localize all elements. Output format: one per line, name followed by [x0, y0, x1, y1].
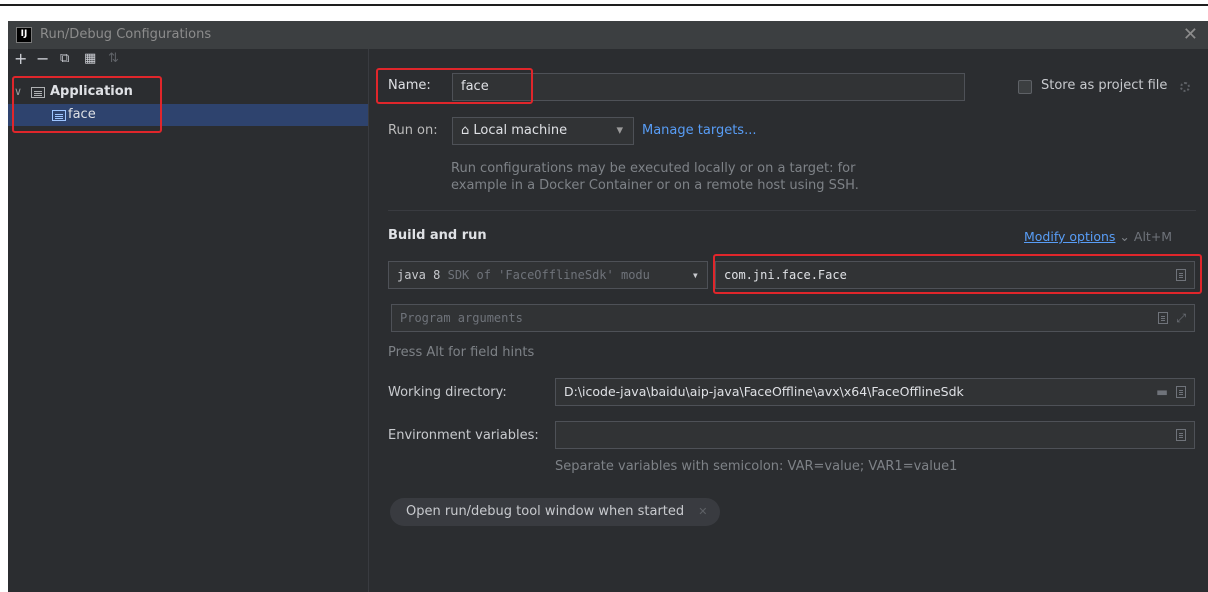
- chevron-down-icon[interactable]: ∨: [14, 81, 22, 103]
- working-directory-field[interactable]: D:\icode-java\baidu\aip-java\FaceOffline…: [555, 378, 1195, 406]
- run-on-value: Local machine: [473, 123, 568, 138]
- top-border: [0, 4, 1208, 6]
- intellij-logo-icon: IJ: [16, 27, 32, 43]
- tree-item-application[interactable]: ∨ Application: [8, 81, 368, 103]
- working-directory-label: Working directory:: [388, 385, 507, 400]
- remove-icon[interactable]: −: [36, 50, 49, 68]
- add-icon[interactable]: +: [14, 50, 27, 68]
- manage-targets-link[interactable]: Manage targets...: [642, 123, 756, 138]
- gear-icon[interactable]: [1180, 82, 1190, 92]
- working-directory-value: D:\icode-java\baidu\aip-java\FaceOffline…: [564, 384, 964, 399]
- modify-options[interactable]: Modify options ⌄ Alt+M: [1024, 229, 1172, 244]
- config-tree-pane: + − ⧉ ▦ ⇅ ∨ Application face: [8, 49, 369, 592]
- section-title: Build and run: [388, 228, 487, 243]
- tree-group-label: Application: [50, 84, 133, 99]
- chevron-down-icon: ▾: [691, 268, 699, 282]
- copy-icon[interactable]: ⧉: [60, 50, 69, 68]
- main-class-value: com.jni.face.Face: [724, 268, 847, 282]
- chevron-down-icon: ⌄: [1119, 229, 1130, 244]
- sort-icon[interactable]: ⇅: [108, 50, 119, 68]
- modify-options-shortcut: Alt+M: [1133, 229, 1173, 244]
- sdk-name: java 8: [397, 268, 441, 282]
- browse-icon[interactable]: [1158, 312, 1168, 324]
- application-icon: [31, 87, 45, 98]
- name-field[interactable]: face: [452, 73, 965, 101]
- folder-icon[interactable]: ▬: [1156, 379, 1168, 405]
- tree-item-label: face: [68, 107, 96, 122]
- home-icon: ⌂: [461, 123, 470, 138]
- open-tool-window-label: Open run/debug tool window when started: [406, 504, 685, 519]
- store-project-label[interactable]: Store as project file: [1041, 78, 1167, 93]
- field-hints-text: Press Alt for field hints: [388, 345, 535, 360]
- chevron-down-icon: ▾: [616, 123, 623, 138]
- program-arguments-field[interactable]: Program arguments ⤢: [391, 304, 1195, 332]
- environment-variables-field[interactable]: [555, 421, 1195, 449]
- name-label: Name:: [388, 78, 431, 93]
- close-icon[interactable]: ✕: [698, 505, 707, 518]
- application-config-icon: [52, 110, 66, 121]
- main-class-field[interactable]: com.jni.face.Face: [715, 261, 1195, 289]
- run-on-label: Run on:: [388, 123, 438, 138]
- run-on-hint-1: Run configurations may be executed local…: [451, 161, 856, 176]
- environment-variables-label: Environment variables:: [388, 428, 539, 443]
- run-debug-dialog: IJ Run/Debug Configurations ✕ + − ⧉ ▦ ⇅ …: [8, 21, 1208, 592]
- program-arguments-placeholder: Program arguments: [400, 311, 523, 325]
- title-bar: IJ Run/Debug Configurations ✕: [8, 21, 1208, 49]
- sdk-dropdown[interactable]: java 8 SDK of 'FaceOfflineSdk' modu ▾: [388, 261, 708, 289]
- tree-item-face[interactable]: face: [8, 104, 368, 126]
- open-tool-window-option[interactable]: Open run/debug tool window when started …: [390, 498, 720, 526]
- modify-options-link[interactable]: Modify options: [1024, 229, 1115, 244]
- browse-icon[interactable]: [1176, 269, 1186, 281]
- close-icon[interactable]: ✕: [1183, 25, 1198, 45]
- browse-icon[interactable]: [1176, 386, 1186, 398]
- divider: [388, 210, 1196, 211]
- sdk-detail: SDK of 'FaceOfflineSdk' modu: [447, 268, 650, 282]
- browse-icon[interactable]: [1176, 429, 1186, 441]
- run-on-hint-2: example in a Docker Container or on a re…: [451, 178, 859, 193]
- store-project-checkbox[interactable]: [1018, 80, 1032, 94]
- expand-icon[interactable]: ⤢: [1176, 305, 1186, 331]
- tree-toolbar: + − ⧉ ▦ ⇅: [8, 49, 368, 71]
- run-on-dropdown[interactable]: ⌂ Local machine ▾: [452, 117, 634, 145]
- new-folder-icon[interactable]: ▦: [84, 50, 96, 68]
- dialog-title: Run/Debug Configurations: [40, 27, 212, 42]
- environment-variables-hint: Separate variables with semicolon: VAR=v…: [555, 459, 958, 474]
